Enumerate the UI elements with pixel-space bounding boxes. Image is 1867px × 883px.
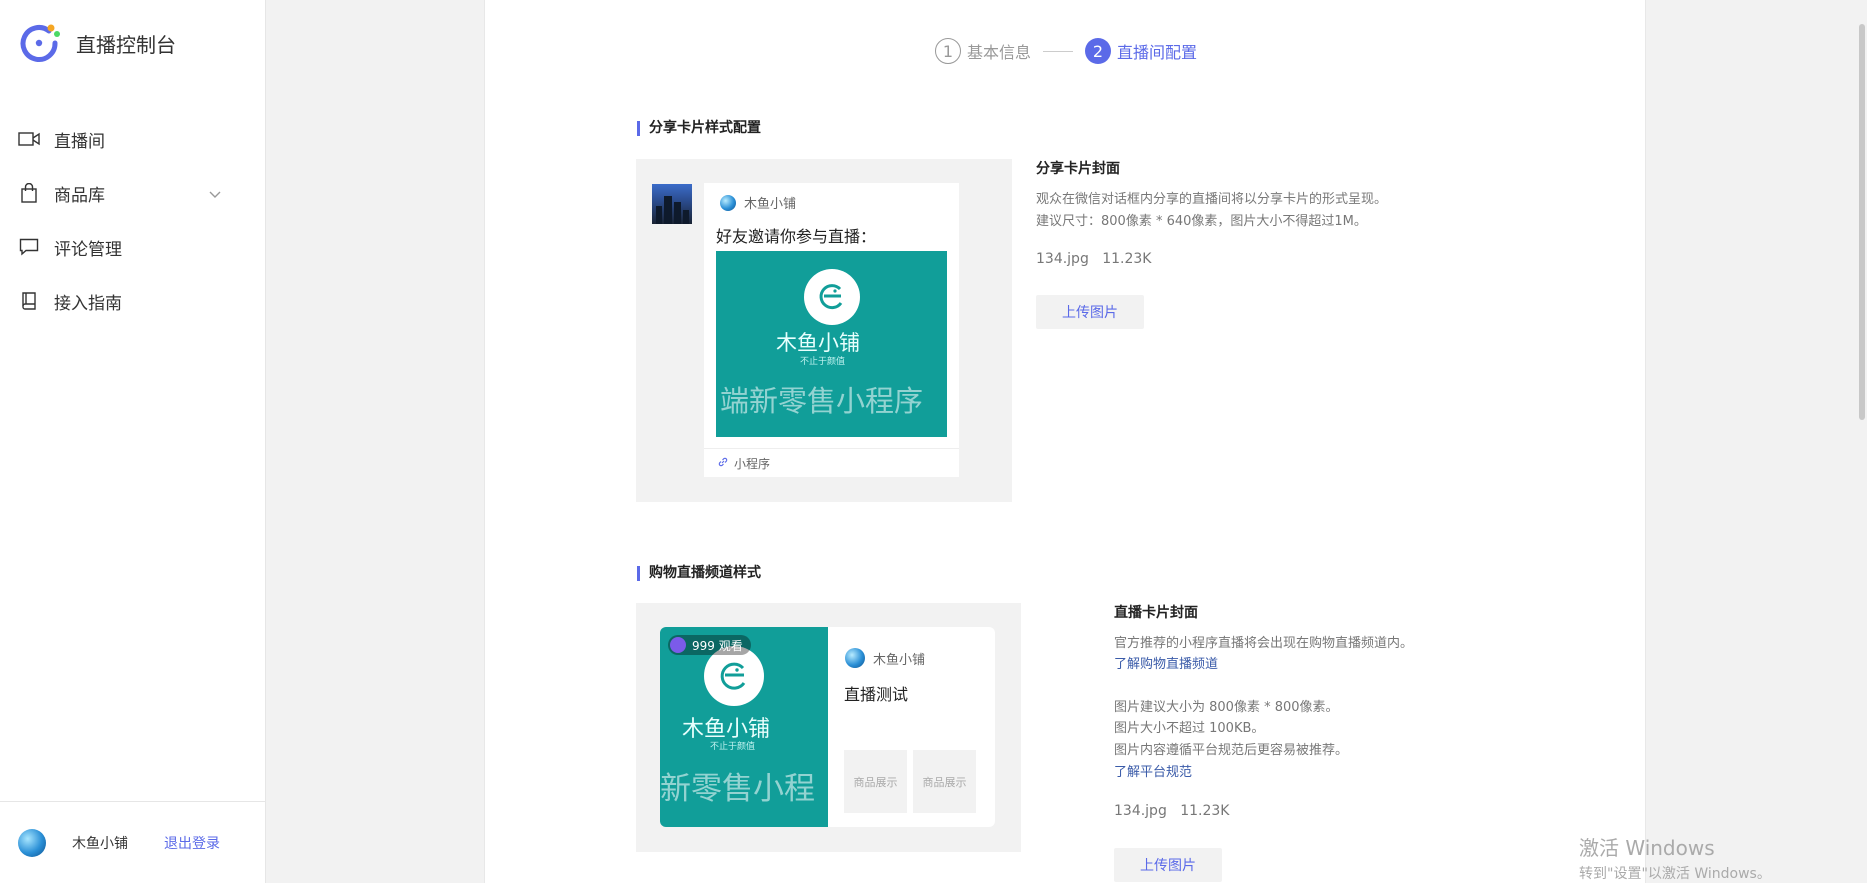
scrollbar[interactable]: [1857, 0, 1867, 883]
step-basic-info[interactable]: 1 基本信息: [935, 38, 1031, 64]
invite-message: 好友邀请你参与直播：: [716, 227, 877, 246]
image-tagline: 不止于颜值: [800, 357, 846, 367]
share-info-line: 观众在微信对话框内分享的直播间将以分享卡片的形式呈现。: [1036, 192, 1388, 207]
live-title: 直播测试: [844, 685, 909, 704]
watermark-line2: 转到"设置"以激活 Windows。: [1579, 866, 1771, 882]
windows-activation-watermark: 激活 Windows 转到"设置"以激活 Windows。: [1579, 832, 1771, 883]
share-card-preview: 木鱼小铺 好友邀请你参与直播： 木鱼小铺 不止于颜值 端新零售小程序 小程序: [636, 159, 1012, 502]
sidebar-item-live-room[interactable]: 直播间: [0, 112, 266, 166]
sidebar-nav: 直播间 商品库 评论管理 接入指南: [0, 112, 266, 328]
shopping-bag-icon: [18, 182, 40, 204]
step-room-config[interactable]: 2 直播间配置: [1085, 38, 1197, 64]
image-tagline: 不止于颜值: [710, 742, 756, 752]
sidebar-item-label: 商品库: [54, 185, 105, 206]
chat-avatar: [652, 184, 692, 224]
shop-logo-icon: [720, 194, 736, 211]
user-name: 木鱼小铺: [72, 835, 128, 852]
sidebar-item-label: 接入指南: [54, 293, 122, 314]
video-camera-icon: [18, 128, 40, 150]
step-indicator: 1 基本信息 2 直播间配置: [935, 38, 1197, 64]
image-watermark: 端新零售小程序: [720, 384, 924, 418]
mini-program-label: 小程序: [734, 456, 771, 471]
sidebar-item-label: 直播间: [54, 131, 105, 152]
step-label: 直播间配置: [1117, 43, 1198, 62]
brand-title: 直播控制台: [76, 32, 176, 57]
sidebar-item-product-library[interactable]: 商品库: [0, 166, 266, 220]
brand-logo-icon: [18, 22, 60, 64]
channel-upload-button[interactable]: 上传图片: [1114, 848, 1222, 882]
image-watermark: 新零售小程: [660, 771, 815, 807]
channel-learn-link[interactable]: 了解购物直播频道: [1114, 653, 1218, 672]
brand: 直播控制台: [18, 22, 176, 64]
shop-name: 木鱼小铺: [744, 197, 797, 212]
platform-rules-link[interactable]: 了解平台规范: [1114, 761, 1192, 780]
sidebar-footer: 木鱼小铺 退出登录: [0, 801, 266, 883]
share-info-title: 分享卡片封面: [1036, 161, 1120, 177]
mini-program-footer: 小程序: [704, 448, 959, 477]
chevron-down-icon[interactable]: [208, 186, 222, 200]
section-title-share: 分享卡片样式配置: [637, 121, 761, 136]
step-number: 2: [1085, 38, 1112, 64]
channel-file-info: 134.jpg 11.23K: [1114, 803, 1229, 819]
channel-card: 木鱼小铺 不止于颜值 新零售小程 999 观看 木鱼小铺 直播测试 商品展示 商…: [660, 627, 995, 827]
file-name: 134.jpg: [1036, 251, 1089, 267]
viewer-count-badge: 999 观看: [668, 635, 751, 655]
sidebar-item-label: 评论管理: [54, 239, 122, 260]
shop-logo-icon: [845, 648, 865, 668]
file-name: 134.jpg: [1114, 803, 1167, 819]
viewer-count: 999 观看: [692, 638, 743, 653]
scrollbar-thumb[interactable]: [1859, 24, 1865, 420]
channel-card-preview: 木鱼小铺 不止于颜值 新零售小程 999 观看 木鱼小铺 直播测试 商品展示 商…: [636, 603, 1021, 852]
channel-info-line: 图片内容遵循平台规范后更容易被推荐。: [1114, 743, 1349, 758]
channel-info-line: 图片建议大小为 800像素 * 800像素。: [1114, 700, 1339, 715]
channel-info-title: 直播卡片封面: [1114, 605, 1198, 621]
share-message-card: 木鱼小铺 好友邀请你参与直播： 木鱼小铺 不止于颜值 端新零售小程序 小程序: [704, 183, 959, 477]
avatar: [18, 828, 46, 857]
book-icon: [18, 290, 40, 312]
message-header: 木鱼小铺: [720, 193, 796, 212]
step-label: 基本信息: [967, 43, 1032, 62]
channel-info-line: 图片大小不超过 100KB。: [1114, 721, 1265, 736]
sidebar-item-guide[interactable]: 接入指南: [0, 274, 266, 328]
file-size: 11.23K: [1102, 251, 1152, 267]
share-cover-image: 木鱼小铺 不止于颜值 端新零售小程序: [716, 251, 947, 437]
live-icon: [670, 637, 686, 653]
main-panel: 1 基本信息 2 直播间配置 分享卡片样式配置 木鱼小铺 好友邀请你参与直播：: [484, 0, 1646, 883]
logout-link[interactable]: 退出登录: [164, 833, 220, 853]
product-placeholder: 商品展示: [844, 750, 907, 813]
file-size: 11.23K: [1180, 803, 1230, 819]
fish-logo-icon: [804, 269, 860, 325]
share-info-line: 建议尺寸：800像素 * 640像素，图片大小不得超过1M。: [1036, 214, 1367, 229]
channel-cover-image: 木鱼小铺 不止于颜值 新零售小程 999 观看: [660, 627, 828, 827]
fish-logo-icon: [704, 646, 764, 706]
sidebar-item-comments[interactable]: 评论管理: [0, 220, 266, 274]
comment-icon: [18, 236, 40, 258]
section-title-channel: 购物直播频道样式: [637, 566, 761, 581]
step-connector: [1043, 50, 1074, 52]
step-number: 1: [935, 38, 961, 64]
product-placeholder: 商品展示: [913, 750, 976, 813]
share-file-info: 134.jpg 11.23K: [1036, 251, 1151, 267]
watermark-line1: 激活 Windows: [1579, 836, 1715, 860]
channel-info-line: 官方推荐的小程序直播将会出现在购物直播频道内。: [1114, 636, 1414, 651]
channel-shop-header: 木鱼小铺: [845, 648, 925, 668]
link-icon: [718, 456, 728, 470]
share-upload-button[interactable]: 上传图片: [1036, 295, 1144, 329]
shop-name: 木鱼小铺: [873, 652, 926, 668]
sidebar: 直播控制台 直播间 商品库 评论管理 接入指南 木鱼小铺 退出登录: [0, 0, 266, 883]
image-shop-name: 木鱼小铺: [776, 331, 860, 355]
